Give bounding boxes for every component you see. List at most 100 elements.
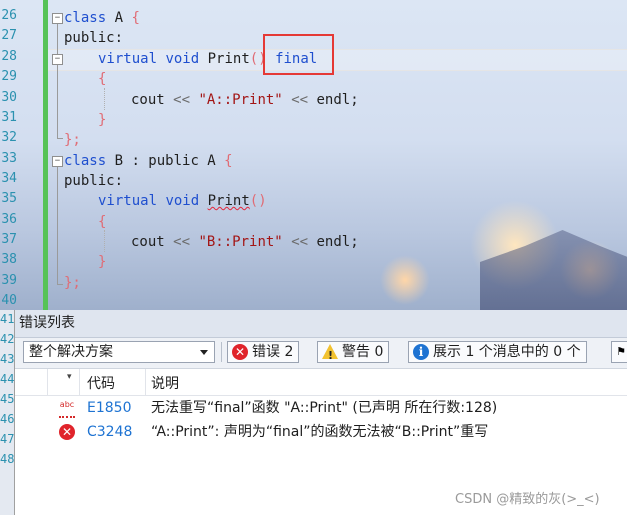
line-number: 36 [1,212,17,227]
line-number: 29 [1,69,17,84]
keyword: virtual [98,51,158,67]
line-number: 27 [1,28,17,43]
operator: << [291,92,309,108]
fold-end-marker [57,284,63,285]
line-number: 44 [0,372,15,386]
code-line-39: }; [64,275,81,291]
errors-filter-button[interactable]: ✕ 错误 2 [227,341,300,363]
line-number: 37 [1,232,17,247]
line-number: 47 [0,432,15,446]
column-divider [145,369,146,395]
code-line-30: cout << "A::Print" << endl; [131,90,359,110]
fold-end-marker [57,138,63,139]
code-line-27: public: [64,28,123,48]
scope-dropdown[interactable]: 整个解决方案 [23,341,215,363]
line-number: 32 [1,130,17,145]
string-literal: "B::Print" [198,234,283,250]
background-lantern-glow [380,255,430,305]
error-description: “A::Print”: 声明为“final”的函数无法被“B::Print”重写 [151,424,489,440]
function-name: Print [207,51,250,67]
operator: << [291,234,309,250]
collapse-icon[interactable]: − [52,54,63,65]
column-header-description[interactable]: 说明 [151,373,179,393]
line-number-gutter-lower: 41 42 43 44 45 46 47 48 [0,310,14,515]
scope-dropdown-value: 整个解决方案 [29,344,113,360]
code-line-37: cout << "B::Print" << endl; [131,232,359,252]
panel-title[interactable]: 错误列表 [15,310,627,338]
warning-icon: ! [322,344,338,362]
access-specifier: public: [64,173,124,189]
errors-filter-label: 错误 2 [252,344,294,360]
class-name: B [106,153,132,169]
warnings-filter-label: 警告 0 [342,344,384,360]
code-line-31: } [98,112,107,128]
parentheses: () [249,193,267,209]
brace: { [224,153,233,169]
string-literal: "A::Print" [198,92,283,108]
identifier: endl; [308,92,359,108]
error-list-toolbar: 整个解决方案 ✕ 错误 2 ! 警告 0 i 展示 1 个消息中的 0 个 ⚑ [15,338,627,369]
access-specifier: public: [64,30,124,46]
indent-guide [104,230,105,252]
line-number: 34 [1,171,17,186]
brace: { [131,10,140,26]
code-line-36: { [98,214,107,230]
line-number: 40 [1,293,17,308]
identifier: cout [131,234,174,250]
code-line-26: class A { [64,8,140,28]
fold-guide-line [57,24,58,138]
error-description: 无法重写“final”函数 "A::Print" (已声明 所在行数:128) [151,400,498,416]
line-number: 46 [0,412,15,426]
line-number: 33 [1,151,17,166]
keyword: void [165,51,200,67]
line-number: 41 [0,312,15,326]
error-icon: ✕ [232,344,248,360]
column-divider [79,369,80,395]
code-line-33: class B : public A { [64,151,233,171]
keyword: void [165,193,200,209]
column-divider [47,369,48,395]
line-number: 38 [1,252,17,267]
watermark: CSDN @精致的灰(>_<) [455,492,600,507]
messages-filter-button[interactable]: i 展示 1 个消息中的 0 个 [408,341,587,363]
fold-guide-line [57,167,58,284]
error-code-link[interactable]: C3248 [87,420,132,444]
keyword: class [64,10,107,26]
identifier: cout [131,92,174,108]
line-number: 48 [0,452,15,466]
messages-filter-label: 展示 1 个消息中的 0 个 [433,344,581,360]
line-number-gutter: 26 27 28 29 30 31 32 33 34 35 36 37 38 3… [0,0,42,310]
column-header: ▾ 代码 说明 [15,369,627,396]
sort-icon[interactable]: ▾ [67,372,72,382]
chevron-down-icon [200,350,208,355]
line-number: 28 [1,49,17,64]
change-tracking-bar [43,0,48,310]
line-number: 26 [1,8,17,23]
collapse-icon[interactable]: − [52,156,63,167]
build-filter-icon[interactable]: ⚑ [611,341,627,363]
error-code-link[interactable]: E1850 [87,396,131,420]
class-name: A [106,10,132,26]
code-editor[interactable]: 26 27 28 29 30 31 32 33 34 35 36 37 38 3… [0,0,627,310]
line-number: 30 [1,90,17,105]
keyword: class [64,153,107,169]
line-number: 42 [0,332,15,346]
operator: << [173,234,191,250]
annotation-highlight-box [263,34,334,75]
code-line-32: }; [64,132,81,148]
base-clause: : public A [131,153,225,169]
code-line-34: public: [64,171,123,191]
function-name-error-squiggle[interactable]: Print [208,193,250,209]
identifier: endl; [308,234,359,250]
info-icon: i [413,344,429,360]
warnings-filter-button[interactable]: ! 警告 0 [317,341,390,363]
abc-spell-icon: abc [59,400,75,418]
collapse-icon[interactable]: − [52,13,63,24]
line-number: 31 [1,110,17,125]
line-number: 35 [1,191,17,206]
error-row[interactable]: abc E1850 无法重写“final”函数 "A::Print" (已声明 … [15,396,627,420]
line-number: 43 [0,352,15,366]
error-row[interactable]: ✕ C3248 “A::Print”: 声明为“final”的函数无法被“B::… [15,420,627,444]
column-header-code[interactable]: 代码 [87,373,115,393]
error-list-panel: 错误列表 整个解决方案 ✕ 错误 2 ! 警告 0 i 展示 1 个消息中的 0… [14,310,627,515]
